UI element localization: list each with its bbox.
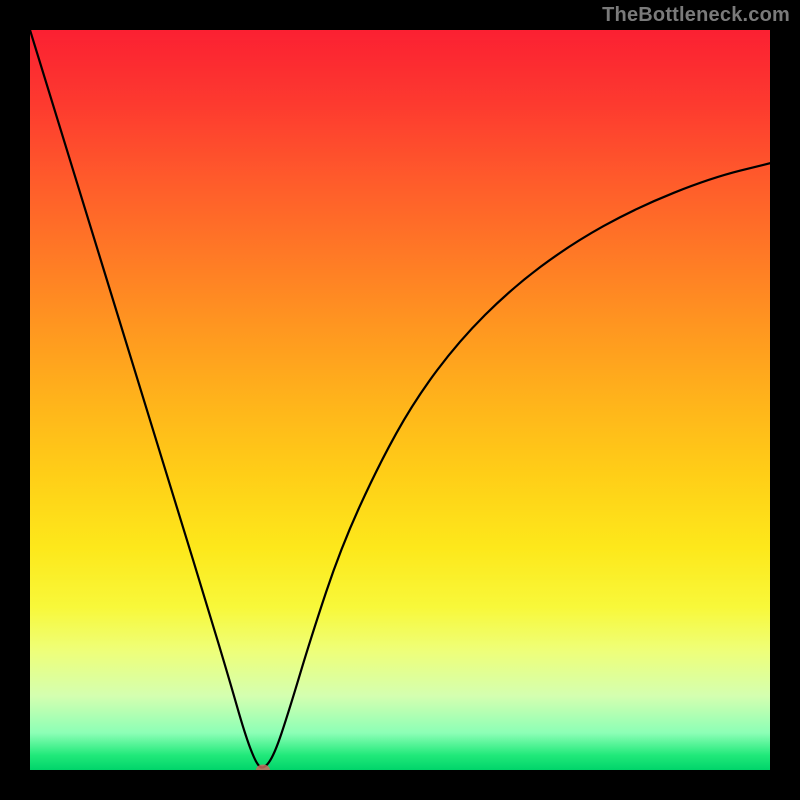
chart-container: TheBottleneck.com (0, 0, 800, 800)
bottleneck-curve (30, 30, 770, 768)
watermark-text: TheBottleneck.com (602, 4, 790, 27)
curve-layer (30, 30, 770, 770)
minimum-marker (256, 765, 270, 771)
plot-area (30, 30, 770, 770)
